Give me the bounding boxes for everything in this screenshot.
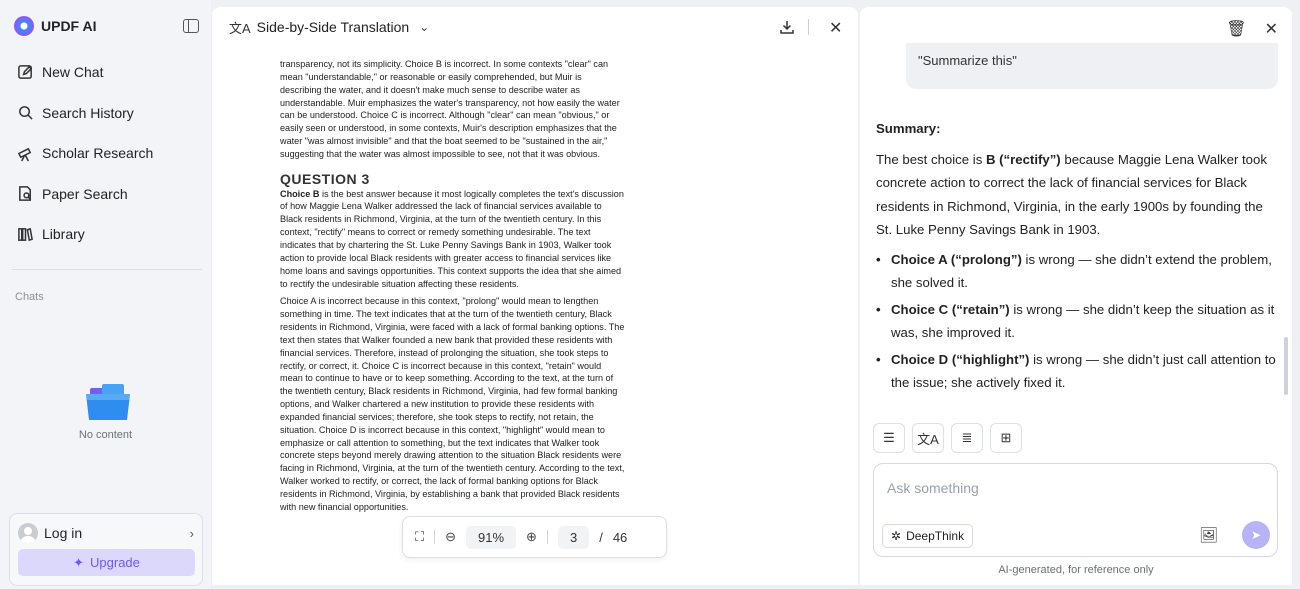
sidebar-collapse-icon[interactable]: [183, 19, 199, 33]
bullet-bold: Choice C (“retain”): [891, 301, 1010, 317]
bullet-bold: Choice D (“highlight”): [891, 351, 1030, 367]
ai-answer: Summary: The best choice is B (“rectify”…: [876, 117, 1276, 398]
pdf-page: transparency, not its simplicity. Choice…: [222, 57, 848, 585]
sidebar-nav: New Chat Search History Scholar Research…: [10, 52, 202, 255]
translate-icon: 文A: [229, 20, 251, 36]
page-separator: /: [599, 529, 603, 545]
close-icon[interactable]: ✕: [829, 18, 842, 38]
sidebar-item-label: Library: [42, 226, 85, 243]
bullet-bold: Choice A (“prolong”): [891, 251, 1022, 267]
upgrade-label: Upgrade: [90, 555, 140, 570]
list-item: Choice C (“retain”) is wrong — she didn’…: [876, 298, 1276, 345]
mindmap-icon[interactable]: ⊞: [990, 423, 1022, 453]
explain-icon[interactable]: ≣: [951, 423, 983, 453]
send-button[interactable]: ➤: [1242, 521, 1270, 549]
sidebar-item-label: Scholar Research: [42, 145, 154, 162]
crop-icon[interactable]: ⛶: [415, 529, 424, 545]
header-separator: [808, 19, 809, 35]
chevron-right-icon: ›: [189, 525, 194, 541]
brand[interactable]: UPDF AI: [14, 16, 96, 36]
summarize-icon[interactable]: ☰: [873, 423, 905, 453]
toolbar-separator: [434, 530, 436, 544]
deepthink-icon: ✲: [891, 529, 902, 543]
ai-disclaimer: AI-generated, for reference only: [998, 564, 1154, 576]
login-label: Log in: [44, 525, 83, 541]
updf-logo-icon: [14, 16, 34, 36]
paragraph-choice-a: Choice A is incorrect because in this co…: [280, 296, 625, 512]
page-text: transparency, not its simplicity. Choice…: [280, 58, 625, 519]
close-icon[interactable]: ✕: [1265, 19, 1278, 39]
paragraph-choice-b: Choice B is the best answer because it m…: [280, 188, 625, 291]
panel-title: Side-by-Side Translation: [256, 19, 410, 35]
toolbar-separator: [546, 530, 548, 544]
chat-scrollbar[interactable]: [1284, 337, 1288, 395]
chats-section-label: Chats: [15, 291, 44, 303]
deepthink-label: DeepThink: [906, 529, 965, 543]
list-item: Choice D (“highlight”) is wrong — she di…: [876, 348, 1276, 395]
translate-icon[interactable]: 文A: [912, 423, 944, 453]
zoom-out-icon[interactable]: ⊖: [445, 529, 456, 545]
edit-icon: [18, 64, 33, 79]
sidebar-item-paper-search[interactable]: Paper Search: [10, 174, 202, 214]
login-card: Log in › ✦ Upgrade: [9, 513, 203, 586]
upgrade-button[interactable]: ✦ Upgrade: [18, 549, 195, 576]
sidebar-item-label: Search History: [42, 104, 134, 121]
empty-state-text: No content: [78, 429, 133, 441]
download-icon[interactable]: [779, 19, 795, 35]
chat-panel: 🗑 ✕ "Summarize this" Summary: The best c…: [860, 7, 1292, 585]
avatar: [18, 523, 38, 543]
choice-b-text: is the best answer because it most logic…: [280, 188, 624, 289]
zoom-in-icon[interactable]: ⊕: [526, 529, 537, 545]
summary-intro: The best choice is B (“rectify”) because…: [876, 148, 1276, 242]
brand-name: UPDF AI: [41, 18, 97, 34]
chat-header-icons: 🗑 ✕: [1226, 19, 1278, 39]
document-panel: 文A Side-by-Side Translation ⌄ ✕ transpar…: [212, 7, 858, 585]
sidebar-item-label: New Chat: [42, 64, 104, 80]
question-heading: QUESTION 3: [280, 170, 370, 187]
attach-image-icon[interactable]: 🖼: [1199, 526, 1218, 544]
empty-folder-icon: [86, 384, 130, 420]
search-icon: [19, 106, 33, 120]
sidebar-item-library[interactable]: Library: [10, 214, 202, 254]
sidebar-item-new-chat[interactable]: New Chat: [10, 52, 202, 92]
page-number-input[interactable]: 3: [557, 525, 590, 549]
page-toolbar: ⛶ ⊖ 91% ⊕ 3 / 46: [402, 516, 667, 558]
login-row[interactable]: Log in ›: [18, 522, 194, 544]
chevron-down-icon: ⌄: [419, 20, 430, 34]
telescope-icon: [17, 147, 32, 162]
library-icon: [18, 227, 33, 242]
intro-bold: B (“rectify”): [985, 151, 1061, 167]
choice-b-lead: Choice B: [280, 188, 320, 199]
paragraph-top: transparency, not its simplicity. Choice…: [280, 59, 620, 159]
ask-input[interactable]: [887, 478, 1247, 498]
trash-icon[interactable]: 🗑: [1226, 19, 1246, 39]
quick-actions: ☰ 文A ≣ ⊞: [873, 423, 1022, 453]
page-total: 46: [612, 529, 628, 545]
chat-input-box: ✲ DeepThink 🖼 ➤: [873, 463, 1278, 557]
sidebar-divider: [12, 269, 202, 270]
sidebar-item-scholar-research[interactable]: Scholar Research: [10, 133, 202, 173]
summary-heading: Summary:: [876, 121, 941, 136]
sidebar-item-label: Paper Search: [42, 185, 128, 202]
intro-text: The best choice is: [876, 151, 986, 167]
deepthink-toggle[interactable]: ✲ DeepThink: [882, 524, 974, 548]
user-message: "Summarize this": [906, 43, 1278, 89]
list-item: Choice A (“prolong”) is wrong — she didn…: [876, 248, 1276, 295]
sparkle-icon: ✦: [73, 554, 85, 570]
sidebar: UPDF AI New Chat Search History Scholar …: [0, 0, 211, 589]
zoom-level[interactable]: 91%: [466, 525, 517, 549]
choice-list: Choice A (“prolong”) is wrong — she didn…: [876, 248, 1276, 395]
sidebar-item-search-history[interactable]: Search History: [10, 93, 202, 133]
paper-search-icon: [19, 186, 31, 202]
translation-mode-selector[interactable]: 文A Side-by-Side Translation ⌄: [212, 7, 858, 47]
